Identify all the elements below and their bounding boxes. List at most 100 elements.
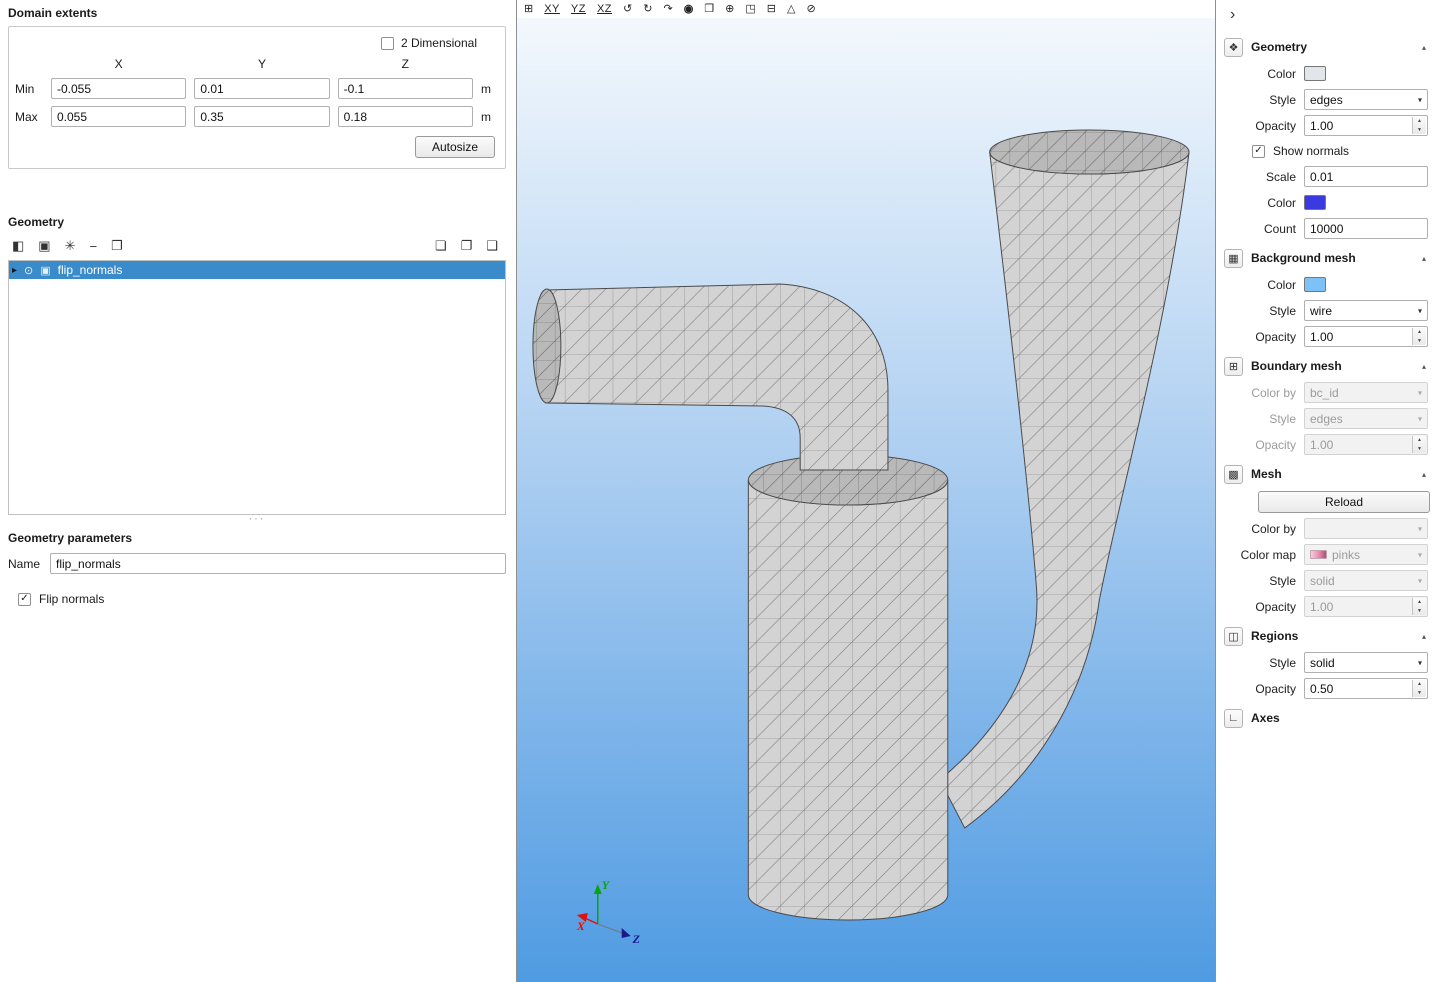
geometry-item-label: flip_normals — [58, 263, 123, 277]
rp-mesh-title: Mesh — [1251, 467, 1414, 481]
max-row-label: Max — [15, 110, 43, 124]
geometry-tree[interactable]: ▸ ⊙ ▣ flip_normals — [8, 260, 506, 515]
viewport-3d-scene[interactable]: Y X Z — [517, 18, 1215, 982]
perspective-button[interactable]: ◳ — [745, 0, 755, 18]
boundary-style-dropdown: edges ▾ — [1304, 408, 1428, 429]
geometry-section-title: Geometry — [8, 215, 504, 229]
geometry-color-swatch[interactable] — [1304, 66, 1326, 81]
background-style-dropdown[interactable]: wire ▾ — [1304, 300, 1428, 321]
name-input[interactable] — [50, 553, 506, 574]
spin-up-icon: ▲ — [1413, 598, 1426, 607]
regions-opacity-spinbox[interactable]: 0.50 ▲▼ — [1304, 678, 1428, 699]
rp-boundary-mesh-title: Boundary mesh — [1251, 359, 1414, 373]
background-mesh-visibility-icon[interactable]: ▦ — [1224, 249, 1243, 268]
colormap-pinks-icon — [1310, 550, 1327, 559]
background-color-label: Color — [1224, 278, 1296, 292]
spin-down-icon[interactable]: ▼ — [1413, 126, 1426, 135]
toggle-geometry-button[interactable]: △ — [787, 0, 795, 18]
normals-count-input[interactable]: 10000 — [1304, 218, 1428, 239]
reload-mesh-button[interactable]: Reload — [1258, 491, 1430, 513]
autosize-button[interactable]: Autosize — [415, 136, 495, 158]
axes-visibility-icon[interactable]: ∟ — [1224, 709, 1243, 728]
funnel-top-cap — [990, 130, 1189, 174]
viewport-toolbar: ⊞ XY YZ XZ ↺ ↻ ↷ ◉ ❐ ⊕ ◳ ⊟ △ ⊘ — [517, 0, 1215, 18]
show-normals-checkbox[interactable]: ✓ — [1252, 145, 1265, 158]
two-dimensional-checkbox[interactable] — [381, 37, 394, 50]
domain-extents-title: Domain extents — [8, 6, 504, 20]
collapse-background-mesh-icon[interactable]: ▴ — [1422, 254, 1426, 263]
background-color-swatch[interactable] — [1304, 277, 1326, 292]
spin-up-icon[interactable]: ▲ — [1413, 680, 1426, 689]
view-xz-button[interactable]: XZ — [597, 0, 612, 18]
screenshot-button[interactable]: ◉ — [684, 0, 694, 18]
view-xy-button[interactable]: XY — [544, 0, 560, 18]
expander-icon[interactable]: ▸ — [12, 265, 17, 276]
background-style-label: Style — [1224, 304, 1296, 318]
copy-view-button[interactable]: ❐ — [704, 0, 714, 18]
mesh-visibility-icon[interactable]: ▩ — [1224, 465, 1243, 484]
settings-panel: Domain extents 2 Dimensional X Y Z Min m… — [0, 0, 508, 982]
add-geometry-icon[interactable]: ◧ — [12, 238, 24, 254]
column-header-y: Y — [194, 57, 329, 71]
geometry-opacity-spinbox[interactable]: 1.00 ▲▼ — [1304, 115, 1428, 136]
flip-normals-label: Flip normals — [39, 592, 104, 606]
spin-up-icon[interactable]: ▲ — [1413, 117, 1426, 126]
rotate-reset-button[interactable]: ↷ — [663, 0, 672, 18]
normals-color-swatch[interactable] — [1304, 195, 1326, 210]
regions-opacity-label: Opacity — [1224, 682, 1296, 696]
toggle-mesh-button[interactable]: ⊟ — [767, 0, 776, 18]
remove-geometry-icon[interactable]: − — [90, 239, 98, 254]
chevron-down-icon: ▾ — [1418, 306, 1422, 315]
min-row-label: Min — [15, 82, 43, 96]
origin-axes-button[interactable]: ⊕ — [725, 0, 734, 18]
max-y-input[interactable] — [194, 106, 329, 127]
normals-scale-input[interactable]: 0.01 — [1304, 166, 1428, 187]
collapse-boundary-mesh-icon[interactable]: ▴ — [1422, 362, 1426, 371]
add-stl-icon[interactable]: ▣ — [38, 238, 50, 254]
rp-geometry-title: Geometry — [1251, 40, 1414, 54]
geometry-list-item[interactable]: ▸ ⊙ ▣ flip_normals — [9, 261, 505, 279]
regions-style-dropdown[interactable]: solid ▾ — [1304, 652, 1428, 673]
min-z-input[interactable] — [338, 78, 473, 99]
reset-view-button[interactable]: ⊞ — [524, 0, 533, 18]
spin-down-icon[interactable]: ▼ — [1413, 689, 1426, 698]
copy-geometry-icon[interactable]: ❐ — [111, 238, 123, 254]
boolean-union-icon[interactable]: ❏ — [435, 238, 447, 254]
panel-splitter[interactable] — [508, 0, 516, 982]
flip-normals-checkbox[interactable]: ✓ — [18, 593, 31, 606]
spin-up-icon[interactable]: ▲ — [1413, 328, 1426, 337]
boundary-mesh-visibility-icon[interactable]: ⊞ — [1224, 357, 1243, 376]
geometry-style-dropdown[interactable]: edges ▾ — [1304, 89, 1428, 110]
mesh-color-map-dropdown: pinks ▾ — [1304, 544, 1428, 565]
collapse-panel-chevron[interactable]: › — [1224, 4, 1430, 28]
boolean-difference-icon[interactable]: ❑ — [486, 238, 498, 254]
view-yz-button[interactable]: YZ — [571, 0, 586, 18]
collapse-geometry-icon[interactable]: ▴ — [1422, 43, 1426, 52]
min-x-input[interactable] — [51, 78, 186, 99]
pipe-end-cap — [533, 289, 561, 403]
name-label: Name — [8, 557, 42, 571]
column-header-z: Z — [338, 57, 473, 71]
boolean-intersect-icon[interactable]: ❐ — [461, 238, 473, 254]
boundary-opacity-label: Opacity — [1224, 438, 1296, 452]
spin-up-icon: ▲ — [1413, 436, 1426, 445]
eye-icon[interactable]: ⊙ — [24, 264, 33, 277]
max-z-input[interactable] — [338, 106, 473, 127]
mesh-opacity-spinbox: 1.00 ▲▼ — [1304, 596, 1428, 617]
rotate-right-button[interactable]: ↻ — [643, 0, 652, 18]
geometry-opacity-label: Opacity — [1224, 119, 1296, 133]
two-dimensional-label: 2 Dimensional — [401, 36, 477, 50]
collapse-regions-icon[interactable]: ▴ — [1422, 632, 1426, 641]
panel-resize-handle[interactable]: ··· — [8, 515, 506, 525]
max-x-input[interactable] — [51, 106, 186, 127]
toggle-visibility-button[interactable]: ⊘ — [806, 0, 815, 18]
chevron-down-icon: ▾ — [1418, 388, 1422, 397]
min-y-input[interactable] — [194, 78, 329, 99]
spin-down-icon[interactable]: ▼ — [1413, 337, 1426, 346]
collapse-mesh-icon[interactable]: ▴ — [1422, 470, 1426, 479]
regions-visibility-icon[interactable]: ◫ — [1224, 627, 1243, 646]
geometry-visibility-icon[interactable]: ❖ — [1224, 38, 1243, 57]
rotate-left-button[interactable]: ↺ — [623, 0, 632, 18]
background-opacity-spinbox[interactable]: 1.00 ▲▼ — [1304, 326, 1428, 347]
wand-icon[interactable]: ✳ — [65, 238, 76, 254]
